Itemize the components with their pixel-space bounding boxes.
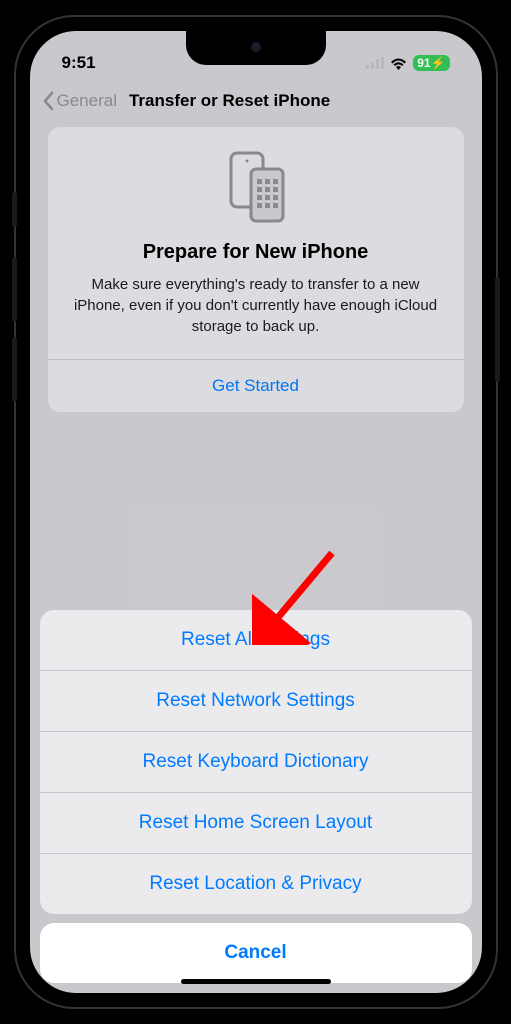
cancel-button[interactable]: Cancel xyxy=(40,923,472,983)
volume-up-button xyxy=(12,257,17,322)
reset-network-settings-button[interactable]: Reset Network Settings xyxy=(40,671,472,732)
notch xyxy=(186,31,326,65)
reset-home-screen-layout-button[interactable]: Reset Home Screen Layout xyxy=(40,793,472,854)
phone-frame: 9:51 91⚡ General Transfer or Res xyxy=(16,17,496,1007)
mute-switch xyxy=(12,192,17,227)
reset-location-privacy-button[interactable]: Reset Location & Privacy xyxy=(40,854,472,914)
screen: 9:51 91⚡ General Transfer or Res xyxy=(30,31,482,993)
reset-keyboard-dictionary-button[interactable]: Reset Keyboard Dictionary xyxy=(40,732,472,793)
action-sheet-group: Reset All Settings Reset Network Setting… xyxy=(40,610,472,914)
home-indicator[interactable] xyxy=(181,979,331,984)
volume-down-button xyxy=(12,337,17,402)
reset-all-settings-button[interactable]: Reset All Settings xyxy=(40,610,472,671)
power-button xyxy=(495,277,500,382)
action-sheet: Reset All Settings Reset Network Setting… xyxy=(40,610,472,983)
